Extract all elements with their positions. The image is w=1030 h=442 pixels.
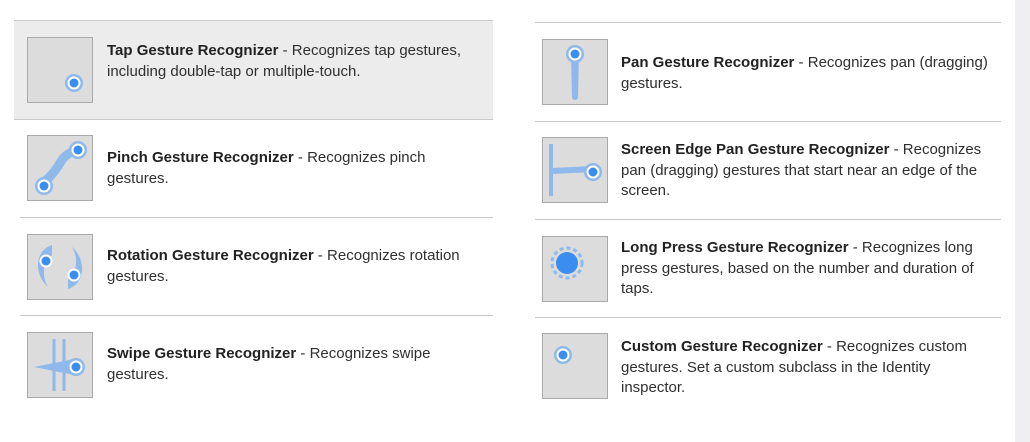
- item-description: Pan Gesture Recognizer - Recognizes pan …: [621, 53, 991, 94]
- library-item-swipe-gesture[interactable]: Swipe Gesture Recognizer - Recognizes sw…: [20, 316, 493, 414]
- library-item-custom-gesture[interactable]: Custom Gesture Recognizer - Recognizes c…: [535, 318, 1001, 416]
- item-title: Swipe Gesture Recognizer: [107, 345, 297, 362]
- item-separator: -: [293, 149, 308, 166]
- item-description: Swipe Gesture Recognizer - Recognizes sw…: [107, 344, 467, 385]
- tap-icon: [27, 37, 93, 103]
- item-title: Tap Gesture Recognizer: [107, 42, 279, 59]
- library-item-long-press-gesture[interactable]: Long Press Gesture Recognizer - Recogniz…: [535, 220, 1001, 318]
- item-title: Screen Edge Pan Gesture Recognizer: [621, 141, 890, 158]
- item-description: Tap Gesture Recognizer - Recognizes tap …: [107, 41, 467, 82]
- rotation-icon: [27, 234, 93, 300]
- pan-icon: [542, 39, 608, 105]
- item-title: Custom Gesture Recognizer: [621, 338, 823, 355]
- library-item-screen-edge-pan-gesture[interactable]: Screen Edge Pan Gesture Recognizer - Rec…: [535, 122, 1001, 220]
- library-item-rotation-gesture[interactable]: Rotation Gesture Recognizer - Recognizes…: [20, 218, 493, 316]
- item-separator: -: [313, 247, 328, 264]
- item-separator: -: [848, 239, 862, 256]
- item-description: Pinch Gesture Recognizer - Recognizes pi…: [107, 148, 467, 189]
- long-press-icon: [542, 236, 608, 302]
- item-title: Pan Gesture Recognizer: [621, 54, 795, 71]
- scrollbar-track[interactable]: [1015, 0, 1030, 442]
- swipe-icon: [27, 332, 93, 398]
- item-description: Screen Edge Pan Gesture Recognizer - Rec…: [621, 140, 991, 202]
- library-item-pinch-gesture[interactable]: Pinch Gesture Recognizer - Recognizes pi…: [20, 120, 493, 218]
- item-separator: -: [278, 42, 292, 59]
- item-description: Rotation Gesture Recognizer - Recognizes…: [107, 246, 477, 287]
- item-separator: -: [889, 141, 903, 158]
- item-title: Pinch Gesture Recognizer: [107, 149, 294, 166]
- library-item-tap-gesture[interactable]: Tap Gesture Recognizer - Recognizes tap …: [14, 20, 493, 120]
- library-item-pan-gesture[interactable]: Pan Gesture Recognizer - Recognizes pan …: [535, 22, 1001, 122]
- custom-gesture-icon: [542, 333, 608, 399]
- item-description: Custom Gesture Recognizer - Recognizes c…: [621, 337, 991, 399]
- item-title: Long Press Gesture Recognizer: [621, 239, 849, 256]
- item-description: Long Press Gesture Recognizer - Recogniz…: [621, 238, 991, 300]
- pinch-icon: [27, 135, 93, 201]
- item-separator: -: [794, 54, 808, 71]
- item-separator: -: [296, 345, 310, 362]
- screen-edge-pan-icon: [542, 137, 608, 203]
- item-title: Rotation Gesture Recognizer: [107, 247, 314, 264]
- item-separator: -: [822, 338, 837, 355]
